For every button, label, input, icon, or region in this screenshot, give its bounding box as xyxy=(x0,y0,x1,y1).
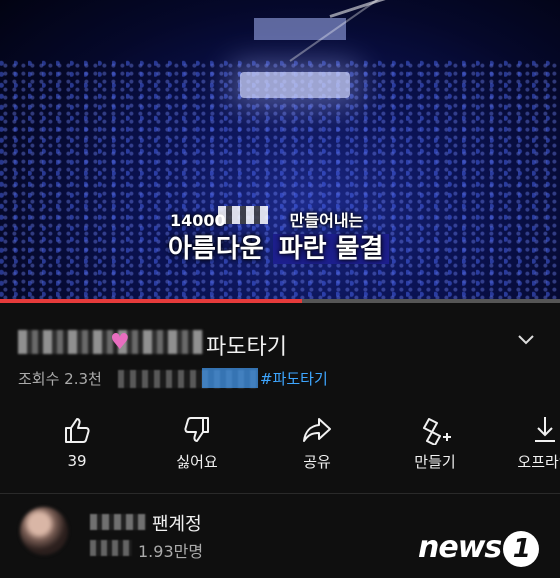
video-meta: 조회수 2.3천 #파도타기 xyxy=(18,368,538,390)
blurred-caption xyxy=(218,206,268,224)
like-button[interactable]: 39 xyxy=(32,415,122,470)
caption-highlight: 파란 물결 xyxy=(272,234,390,264)
divider xyxy=(0,493,560,494)
download-icon xyxy=(535,417,555,442)
progress-fill xyxy=(0,299,303,303)
video-title: 파도타기 xyxy=(206,335,287,360)
view-count: 조회수 2.3천 xyxy=(18,370,102,388)
subscriber-count: 1.93만명 xyxy=(138,542,204,561)
remix-label: 만들기 xyxy=(414,453,456,471)
video-title-row[interactable]: ♥ 파도타기 xyxy=(18,327,543,360)
channel-avatar[interactable] xyxy=(20,507,68,555)
blurred-subscriber-text xyxy=(90,540,132,556)
video-player[interactable]: 14000 만들어내는 아름다운 파란 물결 xyxy=(0,0,560,300)
dislike-button[interactable]: 싫어요 xyxy=(152,415,242,472)
caption-line-2: 아름다운 파란 물결 xyxy=(168,228,390,265)
share-icon xyxy=(303,418,331,442)
blurred-channel-name xyxy=(90,514,146,530)
dislike-icon xyxy=(184,417,209,442)
remix-button[interactable]: 만들기 xyxy=(390,415,480,472)
heart-emoji-icon: ♥ xyxy=(110,330,130,355)
hashtag-link[interactable]: #파도타기 xyxy=(260,368,328,389)
news1-watermark-logo: news 1 xyxy=(418,530,540,567)
like-count: 39 xyxy=(67,452,87,470)
download-label: 오프라인 xyxy=(517,453,560,471)
download-button[interactable]: 오프라인 xyxy=(500,415,560,472)
remix-icon xyxy=(423,418,451,445)
video-progress-bar[interactable] xyxy=(0,299,560,303)
like-icon xyxy=(65,418,90,443)
dislike-label: 싫어요 xyxy=(176,453,218,471)
share-button[interactable]: 공유 xyxy=(272,415,362,472)
share-label: 공유 xyxy=(303,453,331,471)
chevron-down-icon[interactable] xyxy=(517,331,535,350)
action-bar: 39 싫어요 공유 만들기 오프라인 xyxy=(0,415,560,477)
blurred-meta-blue xyxy=(202,368,258,388)
channel-name[interactable]: 팬계정 xyxy=(152,510,202,536)
stage xyxy=(240,72,350,98)
